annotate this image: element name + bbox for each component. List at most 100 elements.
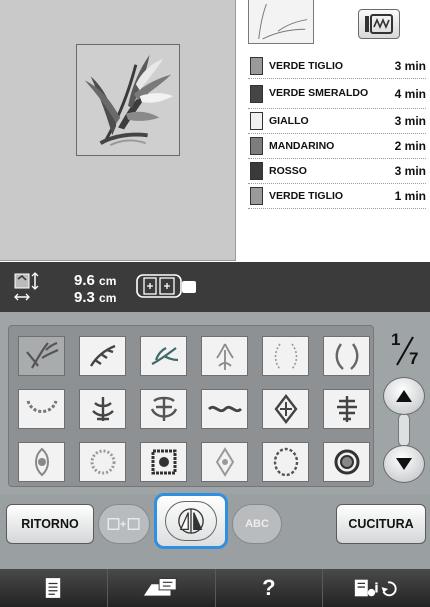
thread-color-swatch — [250, 187, 263, 205]
pattern-grid — [8, 325, 374, 487]
scroll-border-pattern-icon — [207, 405, 242, 413]
pattern-height: 9.6 cm — [74, 272, 117, 289]
laurel-wreath-pattern[interactable] — [323, 336, 370, 376]
damask-motif-pattern-icon — [150, 396, 177, 421]
thread-time: 3 min — [394, 114, 426, 128]
ornament-fleur-pattern-icon — [91, 397, 114, 421]
tassel-ornament-pattern[interactable] — [323, 389, 370, 429]
oval-wreath-pattern-icon — [273, 447, 298, 477]
page-down-button[interactable] — [383, 445, 425, 483]
pattern-preview-frame — [76, 44, 180, 156]
damask-motif-pattern[interactable] — [140, 389, 187, 429]
thread-list: VERDE TIGLIO 3 min VERDE SMERALDO 4 min GIAL… — [248, 54, 426, 209]
scroll-border-pattern[interactable] — [201, 389, 248, 429]
thread-color-swatch — [250, 84, 263, 103]
page-divider-slash — [396, 336, 414, 366]
thread-name: ROSSO — [269, 164, 307, 177]
page-scroller — [383, 377, 425, 485]
flower-spray-pattern[interactable] — [79, 336, 126, 376]
hoop-icon — [136, 274, 196, 298]
square-damask-pattern-icon — [151, 449, 176, 475]
flower-bouquet-pattern-icon — [215, 343, 234, 370]
pagination-panel: 1 7 — [379, 325, 428, 487]
thread-row: VERDE SMERALDO 4 min — [248, 79, 426, 109]
lily-preview-image — [84, 54, 174, 146]
document-icon — [46, 578, 61, 598]
thread-color-swatch — [250, 162, 263, 180]
pattern-size-bar: 9.6 cm 9.3 cm — [0, 262, 430, 312]
pattern-selection-area: 1 7 — [0, 312, 430, 494]
pattern-preview-area — [0, 0, 236, 261]
ring-circle-pattern-icon — [334, 449, 359, 475]
combine-icon — [107, 518, 140, 530]
page-indicator: 1 7 — [383, 329, 425, 373]
combine-button[interactable] — [98, 504, 150, 544]
stitch-preview-thumbnail — [248, 0, 314, 44]
arrow-down-icon — [396, 458, 412, 470]
machine-embroidery-icon — [365, 14, 393, 34]
embroidery-selection-screen: VERDE TIGLIO 3 min VERDE SMERALDO 4 min GIAL… — [0, 0, 430, 607]
arrow-up-icon — [396, 390, 412, 402]
pattern-width: 9.3 cm — [74, 289, 117, 306]
mirror-flip-icon — [178, 508, 204, 534]
lozenge-ornament-pattern[interactable] — [201, 442, 248, 482]
nav-list-button[interactable] — [0, 569, 108, 607]
thread-color-swatch — [250, 112, 263, 130]
size-arrows-icon — [14, 272, 39, 301]
round-medallion-pattern-icon — [90, 449, 115, 475]
bottom-navigation: ? i — [0, 569, 430, 607]
scroll-track[interactable] — [398, 413, 410, 447]
abc-label: ABC — [245, 518, 269, 530]
back-button[interactable]: RITORNO — [6, 504, 94, 544]
flower-bouquet-pattern[interactable] — [201, 336, 248, 376]
thread-color-swatch — [250, 137, 263, 155]
nav-memory-button[interactable] — [107, 569, 216, 607]
thread-row: VERDE TIGLIO 3 min — [248, 54, 426, 79]
floral-garland-pattern-icon — [26, 400, 57, 413]
lily-pattern-icon — [25, 341, 58, 369]
lozenge-ornament-pattern-icon — [215, 447, 234, 477]
floral-garland-pattern[interactable] — [18, 389, 65, 429]
laurel-wreath-pattern-icon — [335, 343, 358, 370]
thread-time: 2 min — [394, 139, 426, 153]
thread-name: GIALLO — [269, 114, 309, 127]
memory-device-icon — [144, 578, 177, 596]
thread-row: MANDARINO 2 min — [248, 134, 426, 159]
fleur-tall-pattern-icon — [34, 447, 49, 477]
oval-wreath-pattern[interactable] — [262, 442, 309, 482]
svg-text:i: i — [374, 582, 378, 597]
tassel-ornament-pattern-icon — [336, 396, 357, 422]
page-up-button[interactable] — [383, 377, 425, 415]
help-icon: ? — [262, 575, 276, 600]
leaf-branch-pattern[interactable] — [140, 336, 187, 376]
square-damask-pattern[interactable] — [140, 442, 187, 482]
wreath-open-pattern-icon — [274, 343, 297, 370]
machine-embroidery-button[interactable] — [358, 9, 400, 39]
nav-help-button[interactable]: ? — [215, 569, 324, 607]
thread-name: MANDARINO — [269, 139, 335, 152]
diamond-ornament-pattern-icon — [273, 394, 298, 424]
diamond-ornament-pattern[interactable] — [262, 389, 309, 429]
thread-color-swatch — [250, 57, 263, 75]
thread-time: 1 min — [394, 189, 426, 203]
ring-circle-pattern[interactable] — [323, 442, 370, 482]
wreath-open-pattern[interactable] — [262, 336, 309, 376]
nav-settings-button[interactable]: i — [323, 569, 430, 607]
flower-spray-pattern-icon — [89, 344, 115, 367]
ornament-fleur-pattern[interactable] — [79, 389, 126, 429]
thread-time: 4 min — [394, 86, 426, 101]
round-medallion-pattern[interactable] — [79, 442, 126, 482]
leaf-branch-pattern-icon — [151, 347, 178, 365]
thread-row: VERDE TIGLIO 1 min — [248, 184, 426, 209]
mirror-image-button[interactable] — [154, 493, 228, 549]
thread-name: VERDE TIGLIO — [269, 189, 344, 202]
thread-color-panel: VERDE TIGLIO 3 min VERDE SMERALDO 4 min GIAL… — [236, 0, 430, 261]
thread-time: 3 min — [394, 59, 426, 73]
thread-time: 3 min — [394, 164, 426, 178]
settings-icon: i — [354, 579, 397, 597]
fleur-tall-pattern[interactable] — [18, 442, 65, 482]
lily-pattern[interactable] — [18, 336, 65, 376]
thread-name: VERDE SMERALDO — [269, 87, 369, 99]
add-text-button[interactable]: ABC — [232, 504, 282, 544]
sew-button[interactable]: CUCITURA — [336, 504, 426, 544]
